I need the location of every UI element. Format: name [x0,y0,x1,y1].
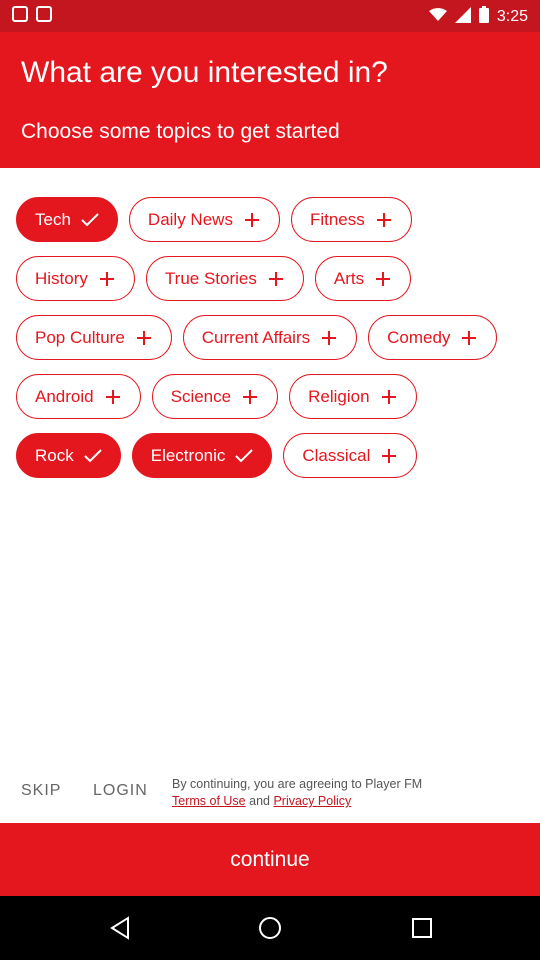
login-button[interactable]: LOGIN [93,782,148,800]
topic-chip-daily-news[interactable]: Daily News [128,197,280,242]
topic-label: Rock [35,445,74,465]
terms-notice: By continuing, you are agreeing to Playe… [172,776,422,810]
plus-icon [243,211,261,229]
plus-icon [374,270,392,288]
topic-row: Pop Culture Current Affairs Comedy [16,315,526,360]
topic-label: Electronic [150,445,226,465]
home-icon[interactable] [258,916,282,945]
topic-label: Current Affairs [201,327,311,347]
navigation-bar [0,896,540,960]
battery-icon [478,6,489,28]
topic-chip-history[interactable]: History [16,256,135,301]
topic-chip-electronic[interactable]: Electronic [131,433,273,478]
wifi-icon [428,7,447,27]
topic-row: Android Science Religion [16,374,526,419]
plus-icon [460,329,478,347]
topic-label: True Stories [164,268,257,288]
plus-icon [241,388,259,406]
skip-button[interactable]: SKIP [21,782,61,800]
topic-label: Classical [302,445,371,465]
check-icon [84,447,102,465]
header: What are you interested in? Choose some … [0,32,540,168]
topic-row: History True Stories Arts [16,256,526,301]
topic-label: Arts [333,268,365,288]
topic-chip-pop-culture[interactable]: Pop Culture [16,315,172,360]
status-right: 3:25 [428,6,528,28]
topic-row: Rock Electronic Classical [16,433,526,478]
topic-list: Tech Daily News Fitness History True Sto… [16,197,526,492]
notification-icons [12,6,52,22]
notification-icon [12,6,28,22]
terms-text: By continuing, you are agreeing to Playe… [172,777,423,791]
privacy-policy-link[interactable]: Privacy Policy [273,794,351,808]
topic-label: History [35,268,88,288]
topic-chip-true-stories[interactable]: True Stories [145,256,304,301]
check-icon [81,211,99,229]
continue-button[interactable]: continue [0,823,540,896]
topic-chip-rock[interactable]: Rock [16,433,121,478]
topic-chip-arts[interactable]: Arts [314,256,412,301]
topic-chip-android[interactable]: Android [16,374,141,419]
topic-label: Fitness [309,209,365,229]
plus-icon [380,447,398,465]
topic-label: Religion [308,386,370,406]
continue-label: continue [230,847,310,871]
topic-label: Science [170,386,232,406]
topic-chip-current-affairs[interactable]: Current Affairs [182,315,358,360]
topic-label: Comedy [387,327,451,347]
plus-icon [320,329,338,347]
topic-chip-classical[interactable]: Classical [283,433,418,478]
plus-icon [104,388,122,406]
terms-and-text: and [249,794,270,808]
back-icon[interactable] [108,916,132,945]
clock: 3:25 [496,8,528,25]
topic-label: Tech [35,209,71,229]
topic-label: Daily News [147,209,233,229]
topic-label: Android [35,386,94,406]
status-bar: 3:25 [0,0,540,32]
topic-label: Pop Culture [35,327,125,347]
footer-actions: SKIP LOGIN By continuing, you are agreei… [0,760,540,822]
plus-icon [375,211,393,229]
recent-apps-icon[interactable] [410,916,434,945]
topic-chip-science[interactable]: Science [151,374,279,419]
topic-chip-tech[interactable]: Tech [16,197,118,242]
page-title: What are you interested in? [21,56,388,89]
plus-icon [98,270,116,288]
plus-icon [267,270,285,288]
check-icon [235,447,254,465]
topic-chip-religion[interactable]: Religion [289,374,417,419]
page-subtitle: Choose some topics to get started [21,120,340,143]
topic-row: Tech Daily News Fitness [16,197,526,242]
topic-chip-fitness[interactable]: Fitness [290,197,412,242]
notification-icon [36,6,52,22]
topic-chip-comedy[interactable]: Comedy [368,315,498,360]
terms-of-use-link[interactable]: Terms of Use [172,794,246,808]
signal-icon [454,6,471,28]
plus-icon [135,329,153,347]
plus-icon [380,388,398,406]
